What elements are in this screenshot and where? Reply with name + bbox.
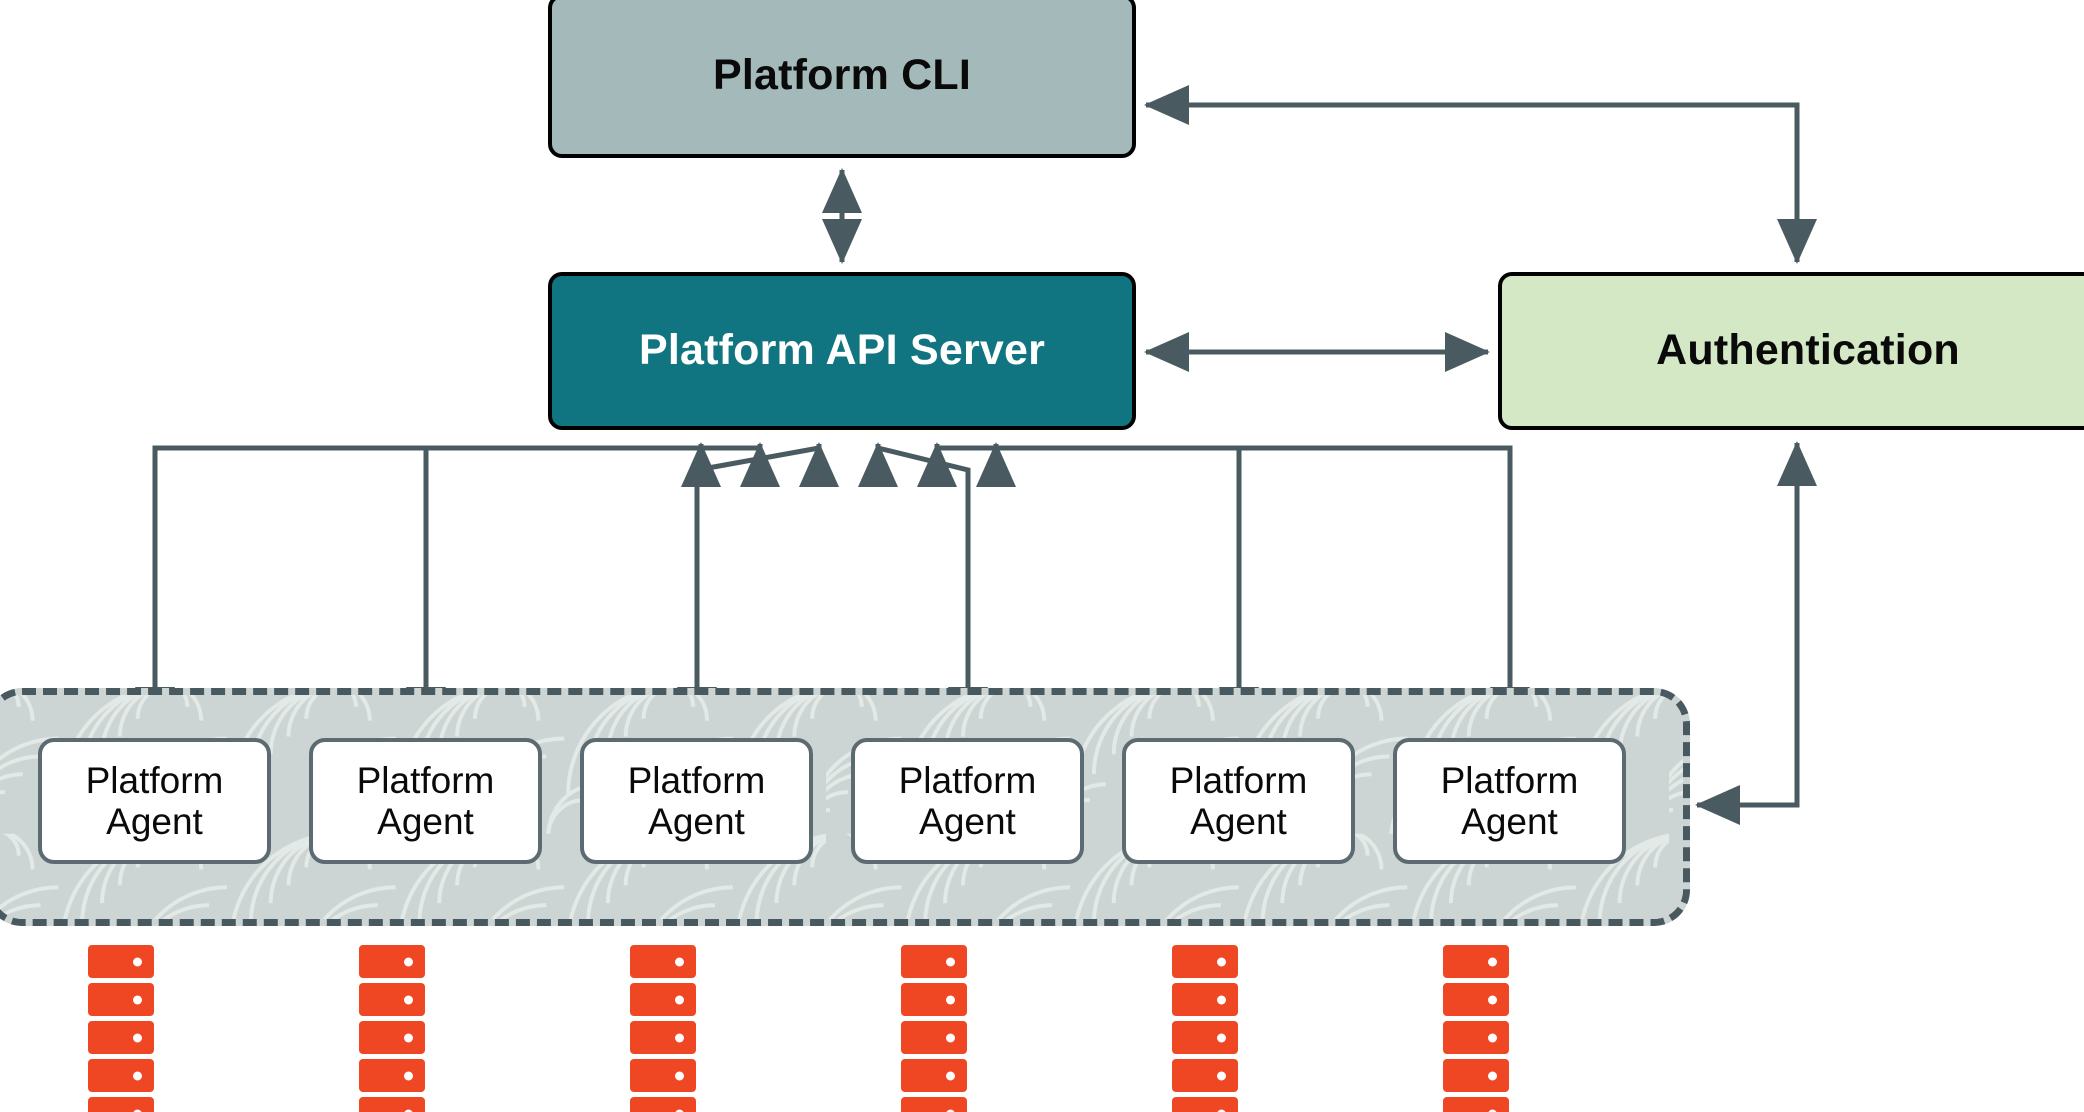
server-rack-unit [359,983,425,1016]
server-rack-unit [901,1059,967,1092]
server-rack-unit [630,1059,696,1092]
server-rack-unit [88,983,154,1016]
server-status-led-icon [675,957,684,966]
server-status-led-icon [1217,995,1226,1004]
platform-agent-2[interactable]: Platform Agent [309,738,542,864]
authentication-label: Authentication [1656,326,1960,375]
server-rack-unit [359,1097,425,1112]
connector-layer [135,85,1817,825]
server-rack-unit [901,1097,967,1112]
server-rack-unit [1172,945,1238,978]
platform-agent-4[interactable]: Platform Agent [851,738,1084,864]
platform-agent-6[interactable]: Platform Agent [1393,738,1626,864]
server-status-led-icon [946,957,955,966]
server-status-led-icon [404,957,413,966]
server-rack-unit [359,945,425,978]
platform-agent-1-label: Platform Agent [85,759,224,842]
server-rack-unit [1172,983,1238,1016]
server-status-led-icon [1488,957,1497,966]
server-rack-unit [630,945,696,978]
platform-api-server-node[interactable]: Platform API Server [548,272,1136,430]
server-status-led-icon [1217,1071,1226,1080]
platform-agent-2-label: Platform Agent [356,759,495,842]
server-rack-unit [359,1059,425,1092]
authentication-node[interactable]: Authentication [1498,272,2084,430]
server-rack-icon-1 [88,945,154,1112]
server-rack-unit [630,1021,696,1054]
platform-api-server-label: Platform API Server [638,326,1046,375]
auth-agents-connector [1694,441,1817,825]
server-rack-icon-4 [901,945,967,1112]
server-rack-unit [901,945,967,978]
auth-cli-connector [1143,85,1817,264]
server-status-led-icon [946,1071,955,1080]
platform-agent-6-label: Platform Agent [1440,759,1579,842]
platform-agent-1[interactable]: Platform Agent [38,738,271,864]
agent-uplink-connectors [152,442,1513,620]
architecture-diagram: Platform Agent Platform Agent Platform A… [0,0,2084,1112]
platform-agent-4-label: Platform Agent [898,759,1037,842]
server-status-led-icon [133,1071,142,1080]
server-status-led-icon [404,1033,413,1042]
server-rack-unit [1443,1097,1509,1112]
server-rack-icon-5 [1172,945,1238,1112]
server-status-led-icon [675,1071,684,1080]
server-status-led-icon [946,1033,955,1042]
server-rack-unit [1443,1021,1509,1054]
server-status-led-icon [133,957,142,966]
server-status-led-icon [675,1033,684,1042]
server-rack-unit [88,1021,154,1054]
server-rack-unit [1172,1097,1238,1112]
server-rack-unit [1443,945,1509,978]
server-status-led-icon [946,995,955,1004]
server-status-led-icon [133,995,142,1004]
server-rack-icon-3 [630,945,696,1112]
server-status-led-icon [1217,1033,1226,1042]
server-rack-unit [901,1021,967,1054]
server-rack-unit [359,1021,425,1054]
platform-agent-3[interactable]: Platform Agent [580,738,813,864]
server-rack-unit [88,1059,154,1092]
platform-agent-5[interactable]: Platform Agent [1122,738,1355,864]
server-status-led-icon [675,995,684,1004]
server-rack-icon-6 [1443,945,1509,1112]
server-rack-unit [630,1097,696,1112]
platform-agent-3-label: Platform Agent [627,759,766,842]
server-status-led-icon [404,1071,413,1080]
server-rack-icon-2 [359,945,425,1112]
server-status-led-icon [1488,1033,1497,1042]
server-rack-unit [1443,1059,1509,1092]
server-status-led-icon [1217,957,1226,966]
platform-cli-node[interactable]: Platform CLI [548,0,1136,158]
server-rack-unit [901,983,967,1016]
server-status-led-icon [133,1033,142,1042]
server-status-led-icon [1488,995,1497,1004]
server-rack-unit [88,945,154,978]
platform-agent-5-label: Platform Agent [1169,759,1308,842]
server-rack-unit [1172,1021,1238,1054]
platform-cli-label: Platform CLI [712,51,972,100]
server-status-led-icon [1488,1071,1497,1080]
server-rack-unit [1443,983,1509,1016]
server-status-led-icon [404,995,413,1004]
server-rack-unit [1172,1059,1238,1092]
server-rack-unit [630,983,696,1016]
server-rack-unit [88,1097,154,1112]
